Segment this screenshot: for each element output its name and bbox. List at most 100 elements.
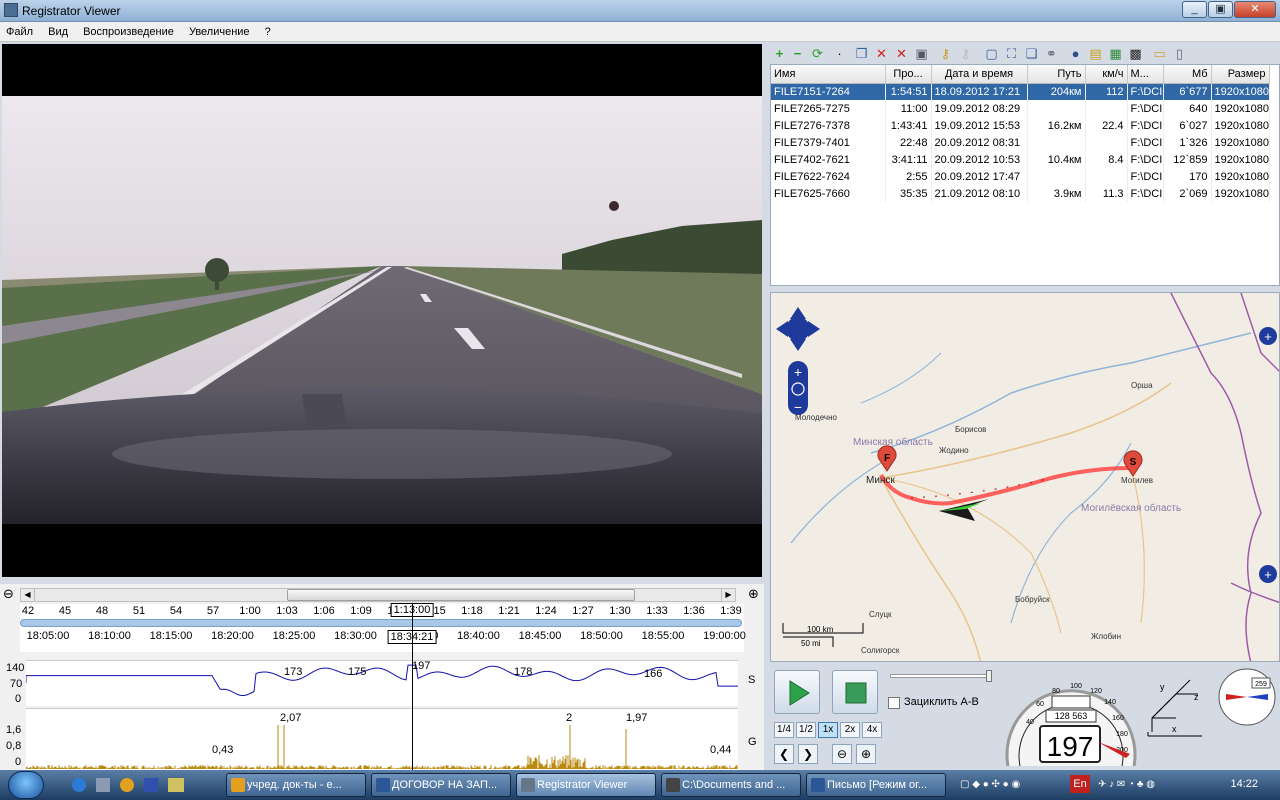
film-icon[interactable]: ▩ — [1128, 46, 1143, 61]
delete-all-icon[interactable]: ✕ — [894, 46, 909, 61]
scroll-left-button[interactable]: ◀ — [21, 589, 35, 601]
speed-half-button[interactable]: 1/2 — [796, 722, 816, 738]
scroll-right-button[interactable]: ▶ — [721, 589, 735, 601]
menu-file[interactable]: Файл — [0, 22, 39, 38]
table-row[interactable]: FILE7265-7275 11:00 19.09.2012 08:29 F:\DCI… — [771, 100, 1270, 117]
start-button[interactable] — [8, 771, 44, 799]
time-ruler[interactable]: 4245485154571:001:031:061:091:121:151:18… — [20, 603, 746, 652]
taskbar-task[interactable]: Письмо [Режим ог... — [806, 773, 946, 797]
map-icon[interactable]: ▦ — [1108, 46, 1123, 61]
image-icon[interactable]: ▤ — [1088, 46, 1103, 61]
add-icon[interactable]: + — [772, 46, 787, 61]
table-row[interactable]: FILE7379-7401 22:48 20.09.2012 08:31 F:\DCI… — [771, 134, 1270, 151]
volume-slider[interactable] — [890, 670, 992, 682]
pan-control[interactable] — [776, 307, 820, 351]
taskbar-task[interactable]: C:\Documents and ... — [661, 773, 801, 797]
unlock-icon[interactable]: ⚷ — [958, 46, 973, 61]
minimize-button[interactable]: _ — [1182, 1, 1207, 18]
chrome-icon[interactable] — [120, 778, 134, 792]
link-icon[interactable]: ⚭ — [1044, 46, 1059, 61]
floppy-icon[interactable] — [144, 778, 158, 792]
layer-switch-icon-2[interactable]: + — [1259, 565, 1277, 583]
cell-size: 1920x1080 — [1211, 168, 1270, 185]
file-list: Имя Про... Дата и время Путь км/ч М... М… — [770, 64, 1280, 286]
zoom-out-icon[interactable]: ⊖ — [3, 586, 14, 602]
start-marker[interactable]: S — [1130, 457, 1137, 468]
menu-playback[interactable]: Воспроизведение — [77, 22, 180, 38]
layer-switch-icon[interactable]: + — [1259, 327, 1277, 345]
svg-text:60: 60 — [1036, 701, 1044, 708]
stop-button[interactable] — [832, 670, 878, 714]
map-label-zhlobin: Жлобин — [1091, 632, 1121, 641]
play-button[interactable] — [774, 670, 820, 714]
taskbar-task[interactable]: учред. док-ты - е... — [226, 773, 366, 797]
delete-icon[interactable]: ✕ — [874, 46, 889, 61]
menu-view[interactable]: Вид — [42, 22, 74, 38]
taskbar-task[interactable]: Registrator Viewer — [516, 773, 656, 797]
loop-checkbox[interactable] — [888, 697, 900, 709]
zoom-control[interactable]: + − — [788, 361, 808, 415]
speed-1x-button[interactable]: 1x — [818, 722, 838, 738]
folder-icon[interactable]: ▭ — [1152, 46, 1167, 61]
compass-heading: 259 — [1255, 681, 1267, 688]
col-speed[interactable]: км/ч — [1085, 65, 1128, 84]
fullscreen-icon[interactable]: ⛶ — [1004, 46, 1019, 61]
map-label-mogilev: Могилев — [1121, 476, 1153, 485]
tray-icons-2[interactable]: ✈ ♪ ✉ ◔ ♣ ◍ — [1098, 779, 1155, 790]
playhead[interactable] — [412, 604, 413, 770]
zoom-in-icon[interactable]: ⊕ — [748, 586, 759, 602]
finish-marker[interactable]: F — [884, 453, 890, 464]
zoom-large-icon[interactable]: ⊕ — [856, 744, 876, 764]
speed-quarter-button[interactable]: 1/4 — [774, 722, 794, 738]
document-icon[interactable]: ▯ — [1172, 46, 1187, 61]
scroll-thumb[interactable] — [287, 589, 635, 601]
taskbar-task[interactable]: ДОГОВОР НА ЗАП... — [371, 773, 511, 797]
speed-2x-button[interactable]: 2x — [840, 722, 860, 738]
language-indicator[interactable]: En — [1070, 775, 1090, 793]
layers-icon[interactable]: ❏ — [1024, 46, 1039, 61]
timeline-scrollbar[interactable]: ◀ ▶ — [20, 588, 736, 602]
col-size[interactable]: Размер — [1211, 65, 1270, 84]
menu-help[interactable]: ? — [259, 22, 277, 38]
cell-path: 204км — [1027, 83, 1086, 100]
tray-icons[interactable]: ▢ ◆ ● ✣ ● ◉ — [960, 779, 1020, 790]
route-map[interactable]: F S Молодечно Борисов Жодино Минская обл… — [770, 292, 1280, 662]
maximize-button[interactable]: ▣ — [1208, 1, 1233, 18]
table-row[interactable]: FILE7625-7660 35:35 21.09.2012 08:10 3.9км 1… — [771, 185, 1270, 202]
ie-icon[interactable] — [72, 778, 86, 792]
new-window-icon[interactable]: ▢ — [984, 46, 999, 61]
col-duration[interactable]: Про... — [885, 65, 932, 84]
table-row[interactable]: FILE7151-7264 1:54:51 18.09.2012 17:21 204к… — [771, 83, 1270, 100]
cell-mb: 1`326 — [1163, 134, 1212, 151]
zoom-small-icon[interactable]: ⊖ — [832, 744, 852, 764]
menu-zoom[interactable]: Увеличение — [183, 22, 256, 38]
cell-datetime: 18.09.2012 17:21 — [931, 83, 1028, 100]
table-row[interactable]: FILE7276-7378 1:43:41 19.09.2012 15:53 16.2… — [771, 117, 1270, 134]
archive-icon[interactable] — [168, 778, 184, 792]
remove-icon[interactable]: − — [790, 46, 805, 61]
table-row[interactable]: FILE7622-76242:5520.09.2012 17:47 F:\DCI.… — [771, 168, 1270, 185]
key-icon[interactable]: ⚷ — [938, 46, 953, 61]
col-media[interactable]: М... — [1127, 65, 1164, 84]
copy-icon[interactable]: ❐ — [854, 46, 869, 61]
prev-frame-button[interactable]: ❮ — [774, 744, 794, 764]
cell-name: FILE7402-7621 — [771, 151, 886, 168]
table-row[interactable]: FILE7402-7621 3:41:11 20.09.2012 10:53 10.4… — [771, 151, 1270, 168]
col-mb[interactable]: Мб — [1163, 65, 1212, 84]
globe-icon[interactable]: ● — [1068, 46, 1083, 61]
dot-icon[interactable]: · — [832, 46, 847, 61]
timeline-band[interactable] — [20, 619, 742, 627]
col-datetime[interactable]: Дата и время — [931, 65, 1028, 84]
odometer: 128 563 — [1055, 711, 1088, 721]
close-button[interactable]: ✕ — [1234, 1, 1276, 18]
video-player[interactable] — [2, 44, 762, 577]
cell-speed — [1085, 134, 1128, 151]
save-icon[interactable]: ▣ — [914, 46, 929, 61]
col-path[interactable]: Путь — [1027, 65, 1086, 84]
refresh-icon[interactable]: ⟳ — [810, 46, 825, 61]
col-name[interactable]: Имя — [771, 65, 886, 84]
map-label-slutsk: Слуцк — [869, 610, 892, 619]
explorer-icon[interactable] — [96, 778, 110, 792]
next-frame-button[interactable]: ❯ — [798, 744, 818, 764]
speed-4x-button[interactable]: 4x — [862, 722, 882, 738]
